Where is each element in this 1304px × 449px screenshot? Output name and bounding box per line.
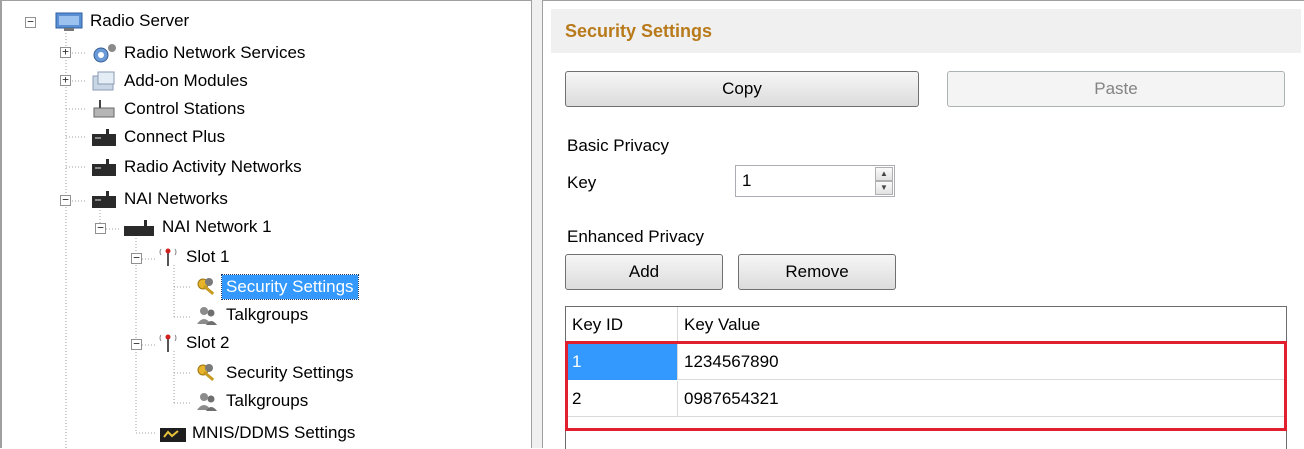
tree-item-slot-2[interactable]: Slot 2 xyxy=(156,329,233,357)
tree-label: Radio Server xyxy=(90,11,190,30)
users-icon xyxy=(197,307,217,325)
collapse-nai-network-1-icon[interactable]: − xyxy=(95,222,106,234)
add-button[interactable]: Add xyxy=(565,254,723,290)
tree-item-slot-1-security-settings[interactable]: Security Settings xyxy=(194,273,359,301)
spin-down-icon[interactable]: ▼ xyxy=(875,181,893,195)
enhanced-privacy-label: Enhanced Privacy xyxy=(567,227,705,246)
key-value-cell[interactable]: 0987654321 xyxy=(678,381,1286,417)
antenna-icon xyxy=(159,334,177,352)
repeater-icon xyxy=(92,159,116,176)
tree-label: Slot 1 xyxy=(186,247,230,266)
basic-privacy-label: Basic Privacy xyxy=(567,136,670,155)
monitor-icon xyxy=(160,428,186,442)
tree-item-nai-networks[interactable]: NAI Networks xyxy=(90,185,232,213)
keys-icon xyxy=(197,278,215,296)
grid-header: Key ID Key Value xyxy=(566,307,1286,343)
repeater-icon xyxy=(92,191,116,208)
tree-label: Talkgroups xyxy=(226,305,309,324)
expand-radio-network-services-icon[interactable]: + xyxy=(60,46,71,58)
tree-label: Add-on Modules xyxy=(124,71,248,90)
tree-item-slot-2-security-settings[interactable]: Security Settings xyxy=(194,359,358,387)
tree-label: Talkgroups xyxy=(226,391,309,410)
collapse-nai-networks-icon[interactable]: − xyxy=(60,194,71,206)
modules-icon xyxy=(92,71,115,91)
repeater-icon xyxy=(124,220,154,236)
copy-button[interactable]: Copy xyxy=(565,71,919,107)
panel-title: Security Settings xyxy=(565,21,713,41)
key-label: Key xyxy=(567,173,597,192)
users-icon xyxy=(197,393,217,411)
collapse-slot-2-icon[interactable]: − xyxy=(131,338,142,350)
tree-label: Radio Network Services xyxy=(124,43,306,62)
tree-label: Slot 2 xyxy=(186,333,230,352)
column-header-key-id[interactable]: Key ID xyxy=(566,307,678,343)
tree-label: Radio Activity Networks xyxy=(124,157,302,176)
tree-label: Control Stations xyxy=(124,99,245,118)
key-id-cell[interactable]: 2 xyxy=(566,381,678,417)
keys-grid[interactable]: Key ID Key Value 1 1234567890 2 09876543… xyxy=(565,306,1287,449)
table-row[interactable]: 1 1234567890 xyxy=(566,344,1286,380)
tree-label: MNIS/DDMS Settings xyxy=(192,423,356,442)
key-id-cell[interactable]: 1 xyxy=(566,344,678,380)
tree-item-mnis-ddms-settings[interactable]: MNIS/DDMS Settings xyxy=(158,419,359,447)
key-input[interactable] xyxy=(735,165,895,197)
paste-button[interactable]: Paste xyxy=(947,71,1285,107)
tree-item-connect-plus[interactable]: Connect Plus xyxy=(90,123,229,151)
navigation-tree[interactable]: − + + − − − − Radio Server Radio Network… xyxy=(0,0,532,449)
table-row[interactable]: 2 0987654321 xyxy=(566,381,1286,417)
expand-add-on-modules-icon[interactable]: + xyxy=(60,74,71,86)
tree-label: Security Settings xyxy=(226,363,354,382)
tree-item-radio-network-services[interactable]: Radio Network Services xyxy=(90,39,309,67)
key-spinner[interactable]: ▲ ▼ xyxy=(875,167,893,195)
tree-label: Connect Plus xyxy=(124,127,226,146)
column-header-key-value[interactable]: Key Value xyxy=(678,307,1286,343)
tree-item-slot-1-talkgroups[interactable]: Talkgroups xyxy=(194,301,312,329)
antenna-icon xyxy=(159,248,177,266)
tree-item-radio-server[interactable]: Radio Server xyxy=(54,7,193,35)
keys-icon xyxy=(197,364,215,382)
tree-item-add-on-modules[interactable]: Add-on Modules xyxy=(90,67,252,95)
repeater-icon xyxy=(92,129,116,146)
tree-item-nai-network-1[interactable]: NAI Network 1 xyxy=(122,213,276,241)
collapse-radio-server-icon[interactable]: − xyxy=(25,16,36,28)
security-settings-panel: Security Settings Copy Paste Basic Priva… xyxy=(542,0,1304,449)
key-value-cell[interactable]: 1234567890 xyxy=(678,344,1286,380)
collapse-slot-1-icon[interactable]: − xyxy=(131,252,142,264)
tree-label: NAI Network 1 xyxy=(162,217,272,236)
splitter[interactable] xyxy=(532,0,542,448)
tree-item-slot-1[interactable]: Slot 1 xyxy=(156,243,233,271)
tree-item-control-stations[interactable]: Control Stations xyxy=(90,95,249,123)
network-services-icon xyxy=(93,44,116,63)
spin-up-icon[interactable]: ▲ xyxy=(875,167,893,181)
panel-header: Security Settings xyxy=(551,9,1301,53)
tree-label: NAI Networks xyxy=(124,189,228,208)
tree-label: Security Settings xyxy=(221,274,359,300)
server-icon xyxy=(55,12,83,31)
remove-button[interactable]: Remove xyxy=(738,254,896,290)
tree-item-radio-activity-networks[interactable]: Radio Activity Networks xyxy=(90,153,306,181)
tree-item-slot-2-talkgroups[interactable]: Talkgroups xyxy=(194,387,312,415)
control-station-icon xyxy=(93,100,115,118)
